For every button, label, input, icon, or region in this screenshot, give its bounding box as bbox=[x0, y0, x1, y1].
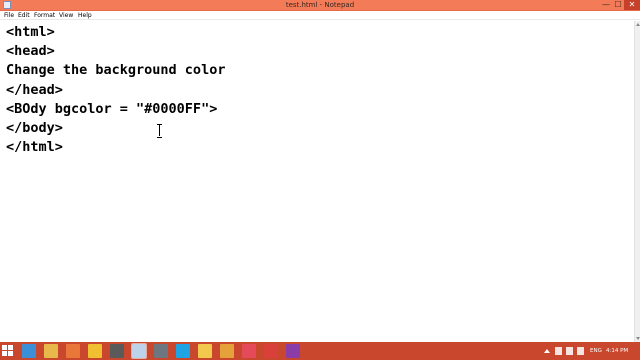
paint-icon[interactable] bbox=[88, 344, 102, 358]
calculator-icon[interactable] bbox=[154, 344, 168, 358]
snipping-icon[interactable] bbox=[242, 344, 256, 358]
text-editor[interactable]: <html> <head> Change the background colo… bbox=[0, 21, 634, 342]
editor-line: <html> bbox=[6, 24, 55, 40]
chrome-icon[interactable] bbox=[220, 344, 234, 358]
scroll-up-icon[interactable] bbox=[636, 23, 640, 26]
menu-help[interactable]: Help bbox=[78, 11, 92, 20]
menu-format[interactable]: Format bbox=[34, 11, 55, 20]
menu-edit[interactable]: Edit bbox=[18, 11, 30, 20]
menu-file[interactable]: File bbox=[4, 11, 14, 20]
editor-line: </html> bbox=[6, 139, 63, 155]
editor-line: Change the background color bbox=[6, 62, 226, 78]
volume-icon[interactable] bbox=[566, 347, 573, 355]
skype-icon[interactable] bbox=[176, 344, 190, 358]
title-bar[interactable]: test.html - Notepad — ☐ ✕ bbox=[0, 0, 640, 11]
folder-icon[interactable] bbox=[198, 344, 212, 358]
onenote-icon[interactable] bbox=[286, 344, 300, 358]
tray-expand-icon[interactable] bbox=[544, 349, 550, 353]
editor-line: </head> bbox=[6, 82, 63, 98]
camera-icon[interactable] bbox=[110, 344, 124, 358]
start-button[interactable] bbox=[2, 345, 14, 357]
vertical-scrollbar[interactable] bbox=[634, 21, 640, 342]
taskbar: ENG 4:14 PM bbox=[0, 342, 640, 360]
menu-bar: File Edit Format View Help bbox=[0, 11, 640, 20]
media-icon[interactable] bbox=[66, 344, 80, 358]
text-cursor-icon bbox=[157, 124, 162, 138]
maximize-button[interactable]: ☐ bbox=[612, 0, 624, 10]
editor-line: </body> bbox=[6, 120, 63, 136]
network-icon[interactable] bbox=[555, 347, 562, 355]
language-indicator[interactable]: ENG bbox=[590, 342, 602, 360]
minimize-button[interactable]: — bbox=[600, 0, 612, 10]
ccleaner-icon[interactable] bbox=[264, 344, 278, 358]
editor-line: <BOdy bgcolor = "#0000FF"> bbox=[6, 101, 218, 117]
clock[interactable]: 4:14 PM bbox=[606, 342, 628, 360]
scroll-down-icon[interactable] bbox=[636, 337, 640, 340]
explorer-icon[interactable] bbox=[44, 344, 58, 358]
menu-view[interactable]: View bbox=[59, 11, 73, 20]
flag-icon[interactable] bbox=[577, 347, 584, 355]
close-button[interactable]: ✕ bbox=[624, 0, 640, 10]
notepad-icon[interactable] bbox=[131, 343, 147, 359]
editor-line: <head> bbox=[6, 43, 55, 59]
ie-icon[interactable] bbox=[22, 344, 36, 358]
window-title: test.html - Notepad bbox=[285, 1, 355, 9]
